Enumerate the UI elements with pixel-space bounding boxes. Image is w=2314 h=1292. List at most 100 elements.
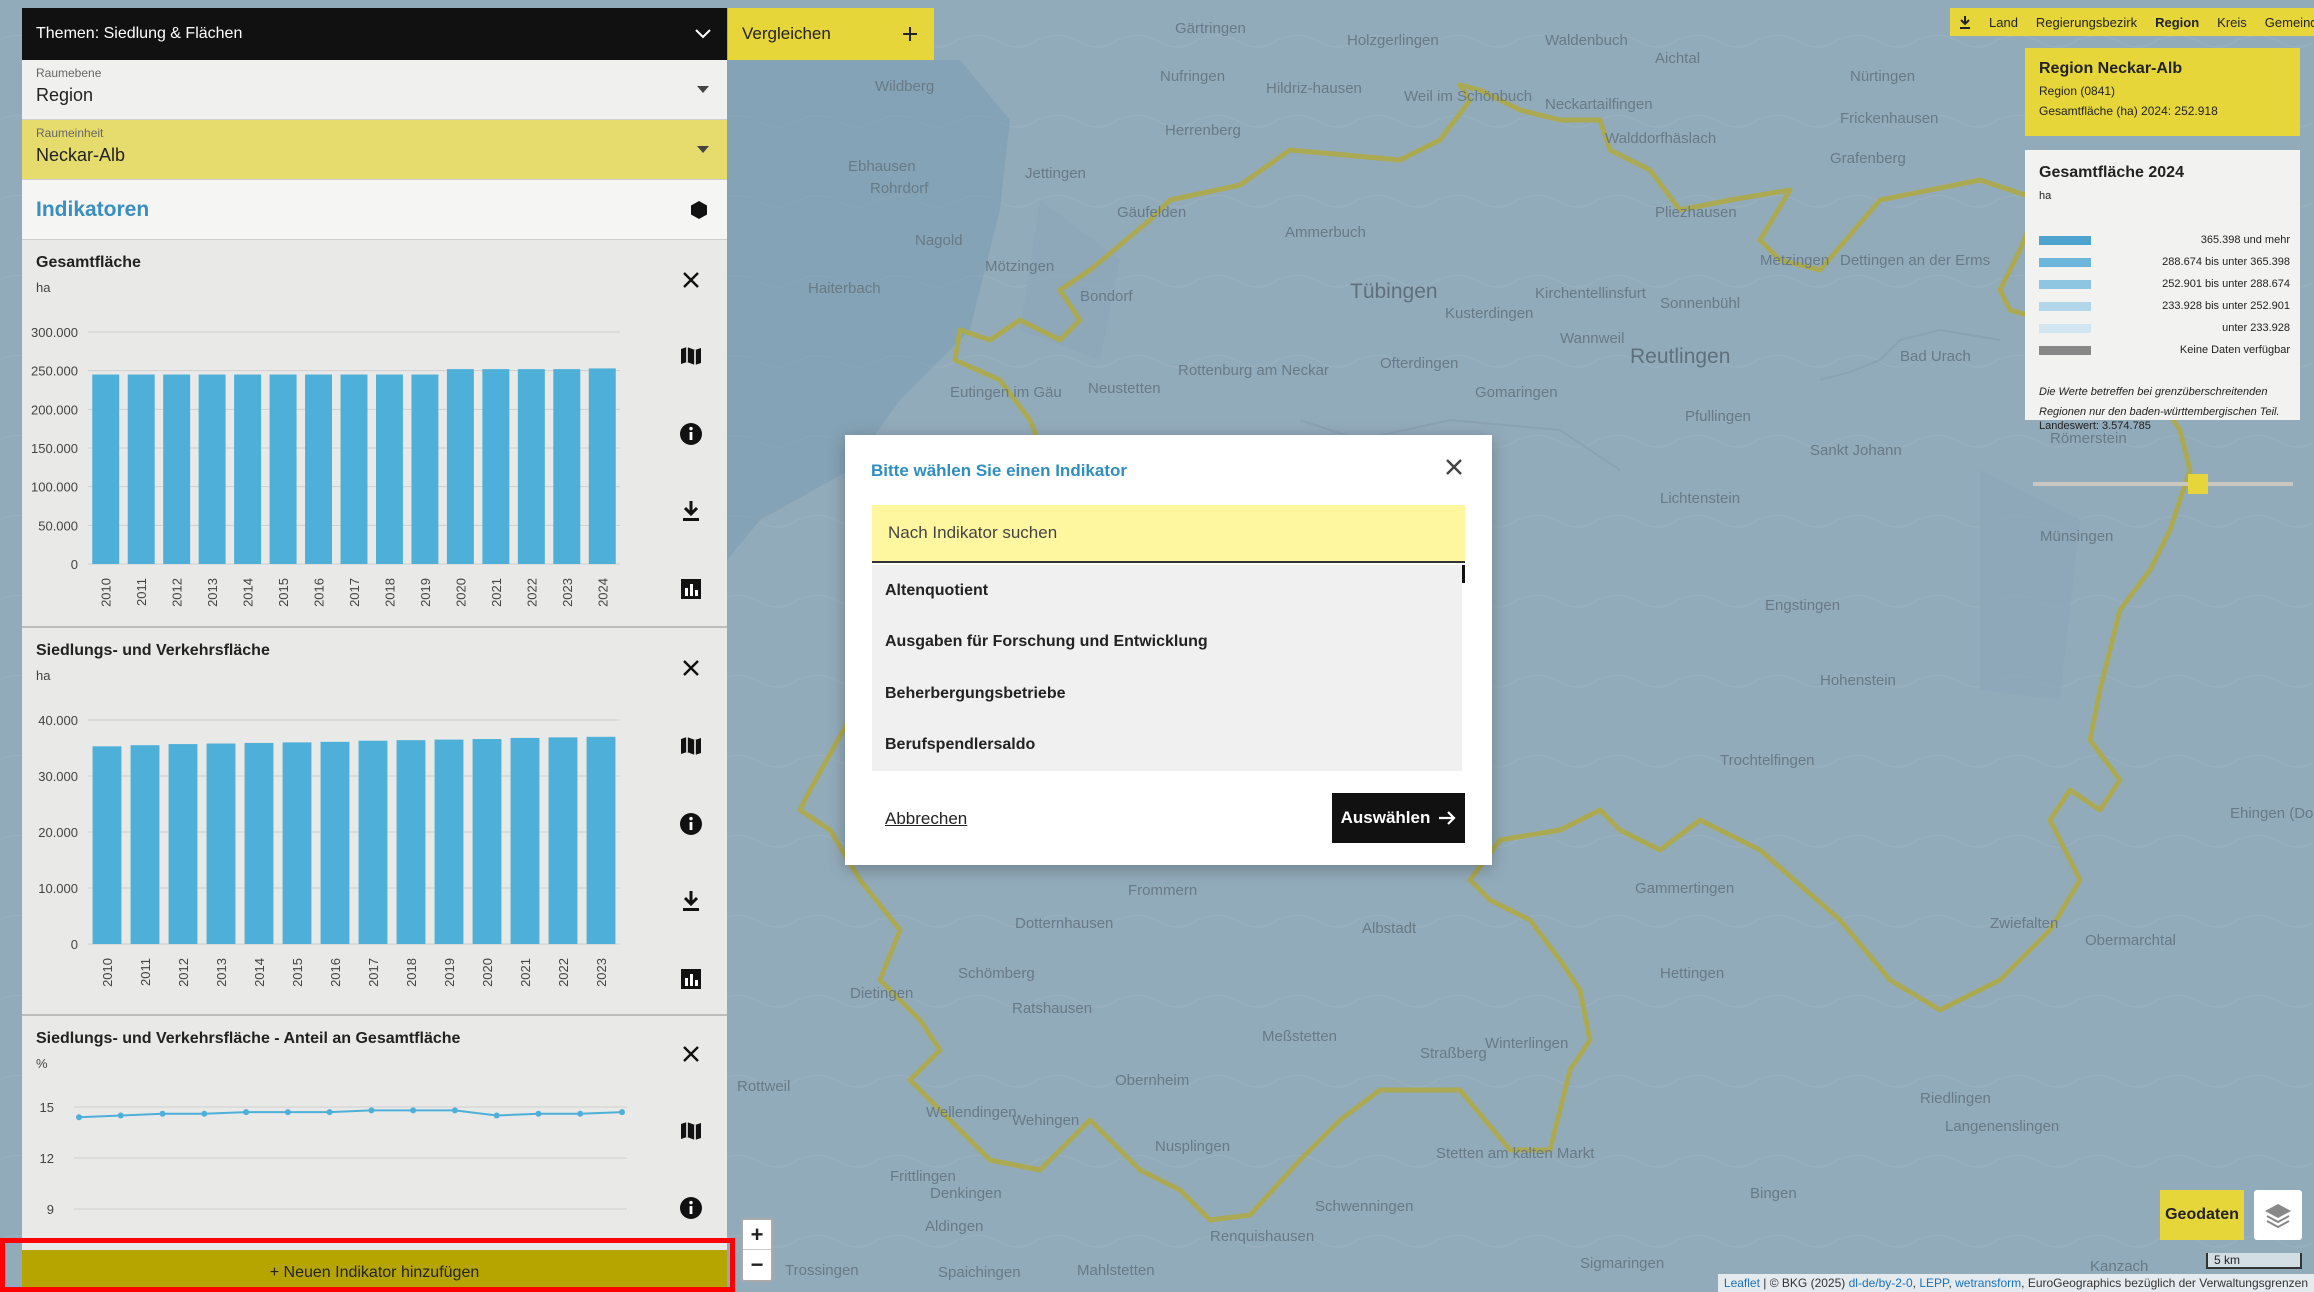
bar[interactable]: [269, 374, 297, 564]
download-icon[interactable]: [677, 887, 705, 915]
region-info-value: Gesamtfläche (ha) 2024: 252.918: [2039, 104, 2218, 118]
compare-button[interactable]: Vergleichen: [728, 8, 934, 60]
data-point[interactable]: [410, 1107, 417, 1114]
data-point[interactable]: [159, 1110, 166, 1117]
y-tick-label: 100.000: [31, 480, 78, 495]
bar[interactable]: [92, 746, 122, 944]
level-gemeinde[interactable]: Gemeinde: [2256, 8, 2314, 36]
bar[interactable]: [168, 744, 198, 944]
close-icon[interactable]: [677, 266, 705, 294]
close-icon[interactable]: [1442, 455, 1466, 479]
bar[interactable]: [396, 740, 426, 944]
wetransform-link[interactable]: wetransform: [1955, 1276, 2021, 1290]
x-tick-label: 2019: [418, 578, 433, 607]
raumebene-select[interactable]: Raumebene Region: [22, 60, 727, 120]
bar[interactable]: [358, 740, 388, 944]
list-item[interactable]: Beherbergungsbetriebe: [872, 668, 1462, 720]
bar[interactable]: [163, 374, 191, 564]
x-tick-label: 2014: [241, 578, 256, 607]
select-button[interactable]: Auswählen: [1332, 793, 1465, 843]
raumeinheit-select[interactable]: Raumeinheit Neckar-Alb: [22, 120, 727, 180]
map-icon[interactable]: [677, 732, 705, 760]
bar[interactable]: [320, 741, 350, 944]
leaflet-link[interactable]: Leaflet: [1724, 1276, 1760, 1290]
geodaten-button[interactable]: Geodaten: [2160, 1190, 2244, 1240]
bar[interactable]: [446, 369, 474, 564]
indicator-search-input[interactable]: [872, 505, 1465, 563]
data-point[interactable]: [493, 1112, 500, 1119]
bar[interactable]: [130, 745, 160, 944]
data-point[interactable]: [451, 1107, 458, 1114]
data-point[interactable]: [619, 1109, 625, 1116]
x-tick-label: 2016: [328, 958, 343, 987]
zoom-in-button[interactable]: +: [743, 1220, 771, 1250]
bar[interactable]: [586, 736, 616, 944]
bar[interactable]: [305, 374, 333, 564]
license-link[interactable]: dl-de/by-2-0: [1849, 1276, 1913, 1290]
indicator-list[interactable]: Altenquotient Ausgaben für Forschung und…: [872, 565, 1462, 771]
data-point[interactable]: [368, 1107, 375, 1114]
x-tick-label: 2016: [312, 578, 327, 607]
info-icon[interactable]: [677, 420, 705, 448]
bar[interactable]: [553, 369, 581, 564]
opacity-slider[interactable]: [2033, 470, 2293, 500]
data-point[interactable]: [577, 1110, 584, 1117]
bar[interactable]: [411, 374, 439, 564]
data-point[interactable]: [201, 1110, 208, 1117]
bar[interactable]: [588, 368, 616, 564]
download-icon[interactable]: [677, 497, 705, 525]
bar[interactable]: [244, 742, 274, 944]
slider-handle[interactable]: [2188, 474, 2208, 494]
map-icon[interactable]: [677, 342, 705, 370]
bar[interactable]: [375, 374, 403, 564]
data-point[interactable]: [76, 1114, 82, 1121]
bar[interactable]: [198, 374, 226, 564]
download-icon[interactable]: [1950, 8, 1980, 36]
zoom-out-button[interactable]: −: [743, 1250, 771, 1280]
data-point[interactable]: [117, 1112, 124, 1119]
bar[interactable]: [340, 374, 368, 564]
bar[interactable]: [206, 743, 236, 944]
data-point[interactable]: [326, 1109, 333, 1116]
legend-title: Gesamtfläche 2024: [2039, 164, 2184, 181]
theme-selector[interactable]: Themen: Siedlung & Flächen: [22, 8, 727, 60]
close-icon[interactable]: [677, 1040, 705, 1068]
bar-chart-icon[interactable]: [677, 965, 705, 993]
hexagon-icon[interactable]: [689, 200, 709, 220]
list-item[interactable]: Altenquotient: [872, 565, 1462, 617]
level-regierungsbezirk[interactable]: Regierungsbezirk: [2027, 8, 2146, 36]
bar[interactable]: [92, 374, 120, 564]
data-point[interactable]: [243, 1109, 250, 1116]
level-region[interactable]: Region: [2146, 8, 2208, 36]
map-icon[interactable]: [677, 1117, 705, 1145]
bar[interactable]: [510, 737, 540, 944]
bar[interactable]: [434, 739, 464, 944]
lepp-link[interactable]: LEPP: [1919, 1276, 1948, 1290]
close-icon[interactable]: [677, 654, 705, 682]
info-icon[interactable]: [677, 1194, 705, 1222]
panel-unit: ha: [36, 668, 51, 683]
y-tick-label: 250.000: [31, 364, 78, 379]
region-info-code: Region (0841): [2039, 84, 2116, 98]
bar[interactable]: [234, 374, 262, 564]
cancel-button[interactable]: Abbrechen: [885, 809, 967, 829]
bar[interactable]: [482, 369, 510, 564]
info-icon[interactable]: [677, 810, 705, 838]
raumebene-label: Raumebene: [36, 66, 102, 80]
scrollbar[interactable]: [1462, 565, 1465, 583]
legend-landeswert: Landeswert: 3.574.785: [2039, 420, 2151, 432]
list-item[interactable]: Ausgaben für Forschung und Entwicklung: [872, 617, 1462, 669]
list-item[interactable]: Berufspendlersaldo: [872, 720, 1462, 772]
level-land[interactable]: Land: [1980, 8, 2027, 36]
bar[interactable]: [548, 737, 578, 944]
level-kreis[interactable]: Kreis: [2208, 8, 2256, 36]
bar[interactable]: [282, 742, 312, 944]
bar[interactable]: [127, 374, 155, 564]
data-point[interactable]: [284, 1109, 291, 1116]
legend-row: unter 233.928: [2039, 320, 2290, 336]
bar[interactable]: [517, 369, 545, 564]
bar-chart-icon[interactable]: [677, 575, 705, 603]
bar[interactable]: [472, 739, 502, 944]
data-point[interactable]: [535, 1110, 542, 1117]
layers-button[interactable]: [2254, 1190, 2302, 1240]
